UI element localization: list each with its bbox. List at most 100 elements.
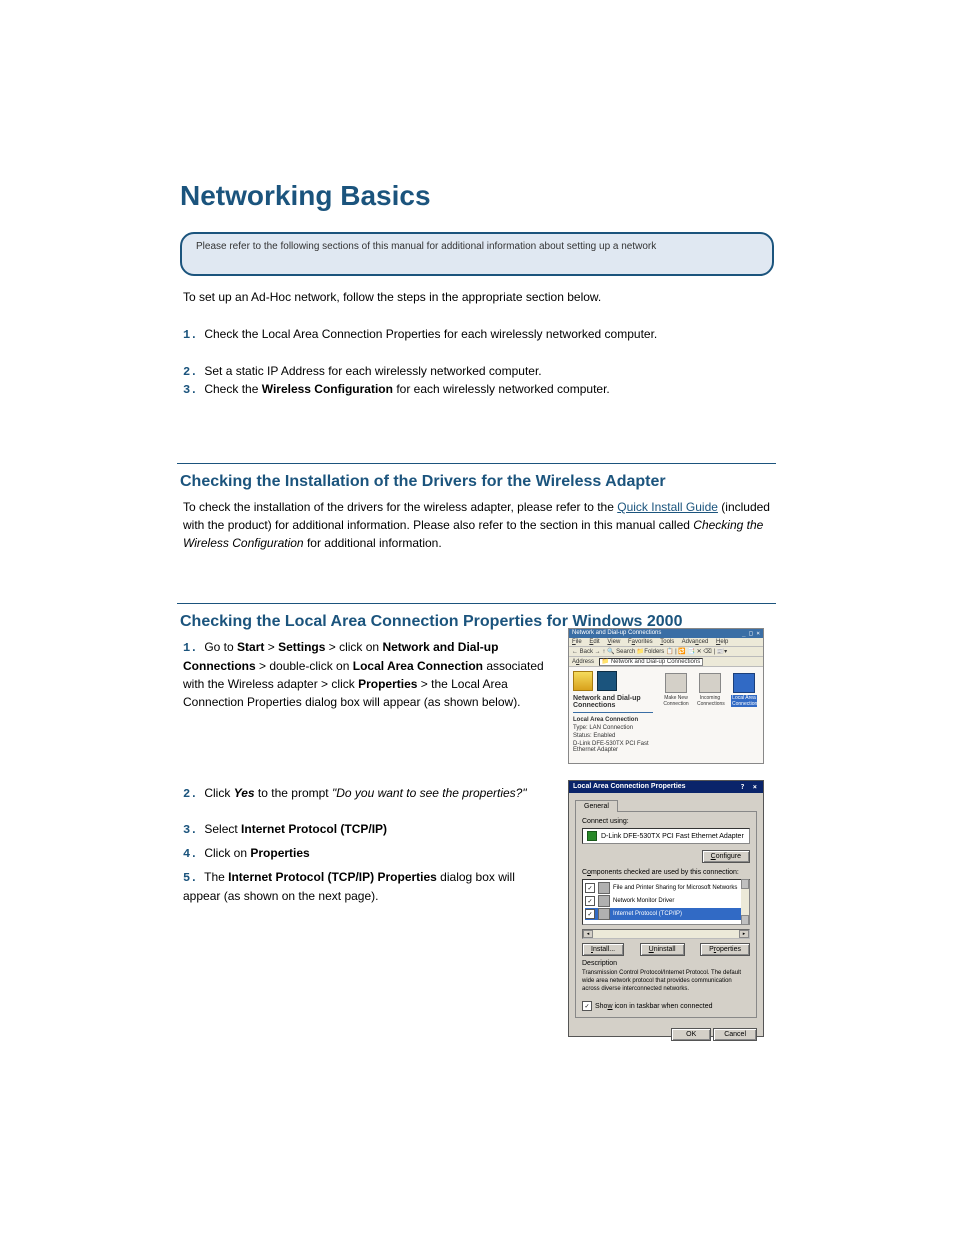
intro-step-2: 2. Set a static IP Address for each wire… (183, 362, 773, 381)
vertical-scrollbar[interactable] (741, 879, 749, 925)
menu-edit[interactable]: Edit (589, 639, 599, 645)
checkbox-icon[interactable]: ✓ (585, 883, 595, 893)
icon-incoming-connections[interactable]: Incoming Connections (697, 673, 723, 753)
show-icon-checkbox-row[interactable]: ✓ Show icon in taskbar when connected (582, 1001, 750, 1011)
nic-icon (587, 831, 597, 841)
step-number-icon: 1. (183, 639, 201, 657)
connect-using-label: Connect using: (582, 818, 750, 825)
toolbar[interactable]: ← Back → ↑ 🔍 Search 📁Folders 📋 | 🔁 📑 ✕ ⌫… (569, 647, 763, 657)
section-heading-drivers: Checking the Installation of the Drivers… (180, 473, 666, 491)
adapter-name: D-Link DFE-530TX PCI Fast Ethernet Adapt… (601, 833, 744, 840)
win-step-2: 2. Click Yes to the prompt "Do you want … (183, 784, 553, 803)
menu-tools[interactable]: Tools (660, 639, 674, 645)
menu-help[interactable]: Help (716, 639, 728, 645)
dialog-title: Local Area Connection Properties (573, 783, 686, 791)
horizontal-scrollbar[interactable]: ◂ ▸ (582, 929, 750, 939)
win-step-3: 3. Select Internet Protocol (TCP/IP) (183, 820, 553, 839)
scroll-up-icon[interactable] (741, 879, 749, 889)
dialog-panel: Connect using: D-Link DFE-530TX PCI Fast… (575, 811, 757, 1018)
quick-install-link[interactable]: Quick Install Guide (617, 500, 718, 514)
description-text: Transmission Control Protocol/Internet P… (582, 969, 750, 993)
pane-subheading: Local Area Connection (573, 717, 653, 723)
address-label: Address (572, 659, 594, 665)
protocol-icon (598, 908, 610, 920)
properties-button[interactable]: Properties (700, 943, 750, 956)
address-bar[interactable]: Address 📁 Network and Dial-up Connection… (569, 657, 763, 667)
intro-step-1: 1. Check the Local Area Connection Prope… (183, 325, 773, 344)
pane-type: Type: LAN Connection (573, 725, 653, 731)
address-field[interactable]: 📁 Network and Dial-up Connections (599, 658, 704, 666)
section-divider (177, 603, 776, 604)
components-label: Components checked are used by this conn… (582, 869, 750, 876)
list-item[interactable]: ✓File and Printer Sharing for Microsoft … (585, 882, 747, 894)
show-icon-label: Show icon in taskbar when connected (595, 1003, 713, 1010)
intro-step-3c: for each wirelessly networked computer. (396, 382, 609, 396)
icon-make-new-connection[interactable]: Make New Connection (663, 673, 689, 753)
menu-advanced[interactable]: Advanced (682, 639, 709, 645)
screenshot-network-dialup: Network and Dial-up Connections _ □ × Fi… (568, 628, 764, 764)
callout-text: Please refer to the following sections o… (182, 234, 772, 260)
icon-local-area-connection[interactable]: Local Area Connection (731, 673, 757, 753)
window-titlebar: Network and Dial-up Connections _ □ × (569, 629, 763, 638)
step-number-icon: 3. (183, 381, 201, 399)
explorer-left-pane: Network and Dial-up Connections Local Ar… (569, 667, 657, 759)
section-divider (177, 463, 776, 464)
sec1-a: To check the installation of the drivers… (183, 500, 617, 514)
menu-file[interactable]: File (572, 639, 582, 645)
components-list[interactable]: ✓File and Printer Sharing for Microsoft … (582, 879, 750, 925)
scroll-left-icon[interactable]: ◂ (583, 930, 593, 938)
protocol-icon (598, 895, 610, 907)
dialog-footer: OK Cancel (569, 1024, 763, 1045)
list-item[interactable]: ✓Network Monitor Driver (585, 895, 747, 907)
section-body-drivers: To check the installation of the drivers… (183, 498, 773, 552)
checkbox-icon[interactable]: ✓ (582, 1001, 592, 1011)
scroll-right-icon[interactable]: ▸ (739, 930, 749, 938)
uninstall-button[interactable]: Uninstall (640, 943, 685, 956)
menu-view[interactable]: View (607, 639, 620, 645)
description-group: Description Transmission Control Protoco… (582, 960, 750, 993)
intro-step-2-text: Set a static IP Address for each wireles… (204, 364, 541, 378)
service-icon (598, 882, 610, 894)
connection-wizard-icon (665, 673, 687, 693)
win-step-1: 1. Go to Start > Settings > click on Net… (183, 638, 553, 711)
checkbox-icon[interactable]: ✓ (585, 909, 595, 919)
checkbox-icon[interactable]: ✓ (585, 896, 595, 906)
intro-step-3: 3. Check the Wireless Configuration for … (183, 380, 773, 399)
description-label: Description (582, 960, 750, 967)
network-icon (597, 671, 617, 691)
install-button[interactable]: Install... (582, 943, 624, 956)
menu-favorites[interactable]: Favorites (628, 639, 653, 645)
window-title: Network and Dial-up Connections (572, 630, 661, 637)
folder-icon (573, 671, 593, 691)
list-item-selected[interactable]: ✓Internet Protocol (TCP/IP) (585, 908, 747, 920)
step-number-icon: 3. (183, 821, 201, 839)
configure-button[interactable]: Configure (702, 850, 750, 863)
intro-text: To set up an Ad-Hoc network, follow the … (183, 288, 773, 306)
window-controls-icon[interactable]: _ □ × (742, 630, 760, 637)
dialog-controls-icon[interactable]: ? × (740, 783, 759, 791)
intro-step-3a: Check the (204, 382, 258, 396)
sec1-d: for additional information. (304, 536, 442, 550)
cancel-button[interactable]: Cancel (713, 1028, 757, 1041)
scroll-down-icon[interactable] (741, 915, 749, 925)
tab-general[interactable]: General (575, 800, 618, 812)
info-callout: Please refer to the following sections o… (180, 232, 774, 276)
lan-connection-icon (733, 673, 755, 693)
step-number-icon: 2. (183, 363, 201, 381)
step-number-icon: 1. (183, 326, 201, 344)
intro-step-3b: Wireless Configuration (262, 382, 393, 396)
step-number-icon: 4. (183, 845, 201, 863)
pane-heading: Network and Dial-up Connections (573, 695, 653, 713)
ok-button[interactable]: OK (671, 1028, 711, 1041)
step-number-icon: 2. (183, 785, 201, 803)
win-step-4: 4. Click on Properties (183, 844, 553, 863)
pane-status: Status: Enabled (573, 733, 653, 739)
screenshot-lac-properties: Local Area Connection Properties ? × Gen… (568, 780, 764, 1037)
intro-step-1-text: Check the Local Area Connection Properti… (204, 327, 657, 341)
page-title: Networking Basics (180, 180, 431, 212)
explorer-icon-area: Make New Connection Incoming Connections… (657, 667, 763, 759)
menu-bar[interactable]: File Edit View Favorites Tools Advanced … (569, 638, 763, 647)
win-step-5: 5. The Internet Protocol (TCP/IP) Proper… (183, 868, 553, 905)
pane-adapter: D-Link DFE-530TX PCI Fast Ethernet Adapt… (573, 741, 653, 753)
dialog-titlebar: Local Area Connection Properties ? × (569, 781, 763, 793)
